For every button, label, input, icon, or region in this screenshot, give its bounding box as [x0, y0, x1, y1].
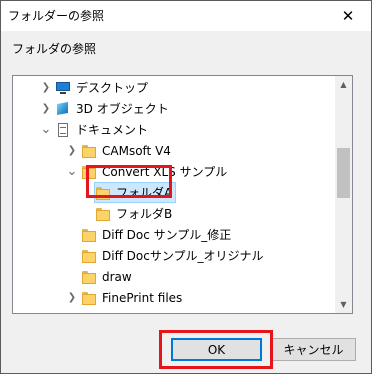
tree-item[interactable]: draw: [65, 266, 135, 287]
tree-item-body[interactable]: Diff Doc サンプル_修正: [81, 225, 234, 244]
chevron-placeholder: [79, 207, 93, 221]
tree-item-label: ドキュメント: [76, 123, 149, 137]
chevron-placeholder: [65, 249, 79, 263]
folder-icon: [95, 206, 111, 222]
tree-item[interactable]: Diff Docサンプル_オリジナル: [65, 245, 266, 266]
chevron-placeholder: [65, 228, 79, 242]
tree-item[interactable]: フォルダA: [79, 182, 177, 203]
tree-item-body[interactable]: Fuji Xerox: [81, 309, 163, 313]
folder-icon: [81, 227, 97, 243]
tree-item-label: draw: [102, 269, 132, 284]
folder-tree-list: ❯ デスクトップ ❯ 3D オブジェクト ⌄ ドキュメント ❯ CAMsoft V4 ⌄ Conv…: [13, 76, 334, 313]
tree-item-label: CAMsoft V4: [102, 143, 171, 158]
folder-icon: [81, 248, 97, 264]
scroll-up-icon[interactable]: ▲: [335, 76, 352, 93]
tree-item[interactable]: ❯ FinePrint files: [65, 287, 185, 308]
collapse-chevron-icon[interactable]: ⌄: [39, 122, 53, 137]
tree-item[interactable]: ❯ CAMsoft V4: [65, 140, 174, 161]
tree-item[interactable]: フォルダB: [79, 203, 175, 224]
tree-item-body[interactable]: デスクトップ: [55, 78, 151, 97]
title-bar: フォルダーの参照 ✕: [1, 1, 371, 31]
scrollbar-thumb[interactable]: [337, 148, 350, 198]
tree-item-label: Fuji Xerox: [102, 312, 160, 314]
vertical-scrollbar[interactable]: ▲ ▼: [335, 76, 352, 313]
tree-item-label: フォルダB: [116, 207, 173, 221]
tree-item-body[interactable]: 3D オブジェクト: [55, 99, 172, 118]
folder-icon: [81, 311, 97, 313]
tree-item[interactable]: ❯ デスクトップ: [39, 77, 151, 98]
browse-folder-dialog: フォルダーの参照 ✕ フォルダの参照 ❯ デスクトップ ❯ 3D オブジェクト ⌄ ドキュ…: [0, 0, 372, 374]
tree-item-body[interactable]: draw: [81, 267, 135, 286]
window-title: フォルダーの参照: [8, 9, 105, 23]
cancel-button[interactable]: キャンセル: [271, 338, 356, 361]
tree-item[interactable]: Diff Doc サンプル_修正: [65, 224, 234, 245]
tree-item-body[interactable]: Diff Docサンプル_オリジナル: [81, 246, 266, 265]
chevron-placeholder: [79, 186, 93, 200]
ok-button[interactable]: OK: [171, 338, 262, 361]
tree-item-body[interactable]: FinePrint files: [81, 288, 185, 307]
expand-chevron-icon[interactable]: ❯: [65, 291, 79, 305]
tree-item-label: デスクトップ: [76, 81, 149, 95]
tree-item-label: Diff Doc サンプル_修正: [102, 228, 232, 242]
close-icon[interactable]: ✕: [325, 1, 371, 31]
chevron-placeholder: [65, 270, 79, 284]
tree-item[interactable]: ⌄ Convert XLS サンプル: [65, 161, 230, 182]
tree-item-body[interactable]: フォルダA: [93, 182, 177, 203]
tree-item-label: FinePrint files: [102, 290, 183, 305]
scroll-down-icon[interactable]: ▼: [335, 296, 352, 313]
tree-item-label: 3D オブジェクト: [76, 102, 169, 116]
expand-chevron-icon[interactable]: ❯: [39, 102, 53, 116]
desktop-icon: [55, 80, 71, 96]
folder-icon: [81, 143, 97, 159]
expand-chevron-icon[interactable]: ❯: [39, 81, 53, 95]
tree-item-label: Convert XLS サンプル: [102, 165, 228, 179]
folder-icon: [81, 164, 97, 180]
tree-item-body[interactable]: Convert XLS サンプル: [81, 162, 230, 181]
expand-chevron-icon[interactable]: ❯: [65, 144, 79, 158]
instruction-text: フォルダの参照: [12, 42, 97, 56]
tree-item-label: フォルダA: [116, 186, 173, 200]
folder-icon: [81, 290, 97, 306]
tree-item[interactable]: ❯ Fuji Xerox: [65, 308, 163, 313]
folder-icon: [95, 185, 111, 201]
tree-item-body[interactable]: フォルダB: [95, 204, 175, 223]
3d-objects-icon: [55, 101, 71, 117]
tree-item-body[interactable]: ドキュメント: [55, 120, 151, 139]
tree-item[interactable]: ⌄ ドキュメント: [39, 119, 151, 140]
tree-item-body[interactable]: CAMsoft V4: [81, 141, 174, 160]
documents-icon: [55, 122, 71, 138]
tree-item-label: Diff Docサンプル_オリジナル: [102, 249, 264, 263]
folder-icon: [81, 269, 97, 285]
folder-tree[interactable]: ❯ デスクトップ ❯ 3D オブジェクト ⌄ ドキュメント ❯ CAMsoft V4 ⌄ Conv…: [12, 75, 353, 314]
expand-chevron-icon[interactable]: ❯: [65, 312, 79, 314]
tree-item[interactable]: ❯ 3D オブジェクト: [39, 98, 172, 119]
collapse-chevron-icon[interactable]: ⌄: [65, 164, 79, 179]
